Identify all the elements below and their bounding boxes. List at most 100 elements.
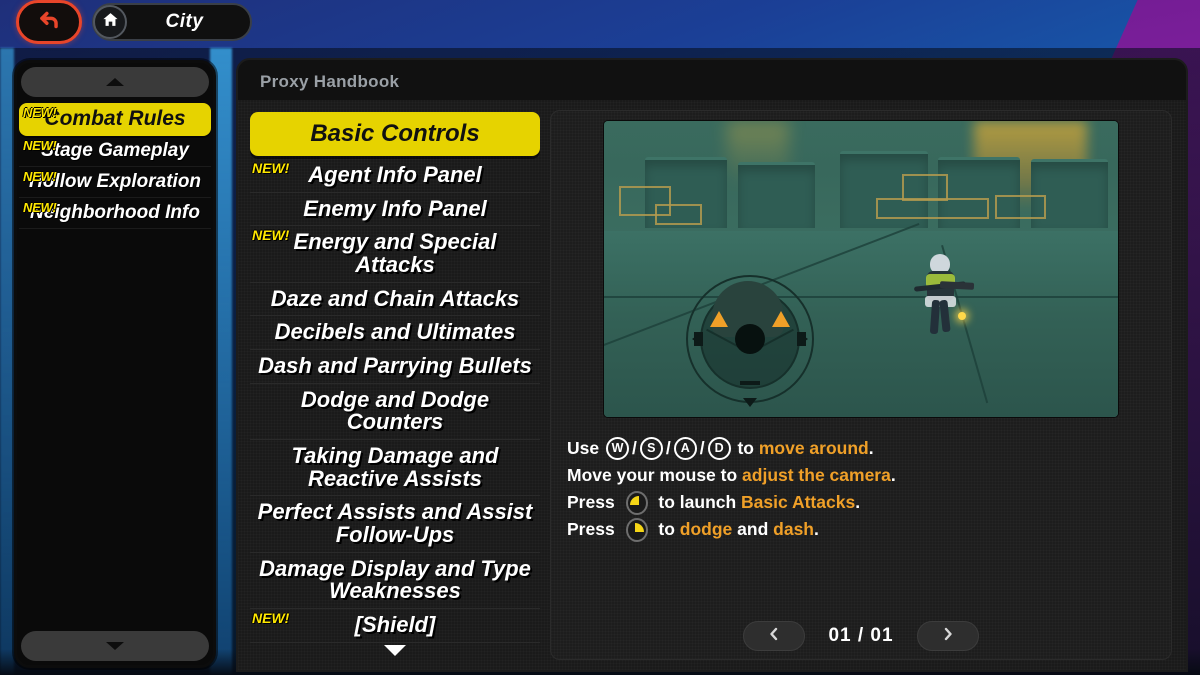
topic-item[interactable]: Daze and Chain Attacks <box>250 283 540 317</box>
scene-truss <box>655 203 702 225</box>
instruction-text: to <box>653 519 680 540</box>
chevron-right-icon <box>941 626 955 647</box>
attack-spark <box>957 312 966 321</box>
next-page-button[interactable] <box>917 621 979 651</box>
instruction-line: Press to launch Basic Attacks. <box>567 489 1161 516</box>
instruction-highlight: Basic Attacks <box>741 492 856 513</box>
topic-item[interactable]: Damage Display and Type Weaknesses <box>250 553 540 609</box>
topic-item[interactable]: Perfect Assists and Assist Follow-Ups <box>250 496 540 553</box>
topic-scroll-down-button[interactable] <box>250 643 540 656</box>
instruction-list: Use W / S / A / D to move around. Move your mou… <box>561 435 1161 649</box>
instruction-line: Move your mouse to adjust the camera. <box>567 462 1161 489</box>
previous-page-button[interactable] <box>743 621 805 651</box>
scene-tank <box>737 162 815 228</box>
topic-item[interactable]: NEW! Agent Info Panel <box>250 159 540 193</box>
player-character <box>913 254 974 340</box>
topic-item[interactable]: Enemy Info Panel <box>250 193 540 227</box>
instruction-text: Press <box>567 492 620 513</box>
topic-item[interactable]: Basic Controls <box>250 112 540 156</box>
right-mouse-button-icon <box>625 517 648 542</box>
panel-body: Basic Controls NEW! Agent Info Panel Enemy … <box>238 100 1186 670</box>
topic-content-column: Use W / S / A / D to move around. Move your mou… <box>550 110 1172 660</box>
topic-item[interactable]: NEW! [Shield] <box>250 609 540 643</box>
instruction-text: . <box>814 519 819 540</box>
new-badge: NEW! <box>252 160 290 176</box>
sidebar-item[interactable]: NEW! Stage Gameplay <box>19 136 211 167</box>
topic-item-label: [Shield] <box>354 611 436 637</box>
location-breadcrumb: City <box>92 3 252 41</box>
topic-list: Basic Controls NEW! Agent Info Panel Enemy … <box>250 112 540 643</box>
sidebar: NEW! Combat Rules NEW! Stage Gameplay NEW! Ho… <box>14 60 216 668</box>
topic-item-label: Dash and Parrying Bullets <box>258 352 532 378</box>
topic-item-label: Taking Damage and Reactive Assists <box>291 442 499 491</box>
scene-floor <box>604 230 1118 417</box>
topic-item-label: Basic Controls <box>310 119 480 147</box>
scene-truss <box>876 197 990 219</box>
sidebar-item-label: Combat Rules <box>44 107 186 130</box>
instruction-highlight: adjust the camera <box>742 465 891 486</box>
scene-truss <box>994 195 1047 219</box>
scene-truss <box>902 174 949 201</box>
topic-item-label: Energy and Special Attacks <box>293 229 497 277</box>
instruction-line: Use W / S / A / D to move around. <box>567 435 1161 462</box>
handbook-panel: Proxy Handbook Basic Controls NEW! Agent I… <box>236 58 1188 672</box>
chevron-up-icon <box>106 78 124 86</box>
instruction-highlight: dash <box>773 519 814 540</box>
sidebar-item-list: NEW! Combat Rules NEW! Stage Gameplay NEW! Ho… <box>17 99 213 629</box>
home-button[interactable] <box>93 5 127 39</box>
instruction-text: to <box>732 438 759 458</box>
instruction-text: and <box>732 519 774 540</box>
topic-item-label: Dodge and Dodge Counters <box>300 386 490 435</box>
instruction-line: Press to dodge and dash. <box>567 516 1161 543</box>
background-light-streak <box>0 48 14 675</box>
chevron-down-icon <box>384 644 406 656</box>
instruction-text: . <box>868 438 874 458</box>
separator: / <box>631 438 637 458</box>
topic-item-label: Decibels and Ultimates <box>274 319 516 345</box>
movement-indicator-overlay <box>686 274 815 407</box>
topic-item[interactable]: Decibels and Ultimates <box>250 316 540 350</box>
chevron-left-icon <box>767 626 781 647</box>
topic-item[interactable]: Dodge and Dodge Counters <box>250 384 540 440</box>
sidebar-scroll-down-button[interactable] <box>21 631 209 661</box>
top-bar: City <box>0 0 1200 48</box>
topic-item-label: Agent Info Panel <box>308 162 482 187</box>
instruction-text: Press <box>567 519 620 540</box>
sidebar-item[interactable]: NEW! Neighborhood Info <box>19 198 211 229</box>
page-counter: 01 / 01 <box>828 625 894 646</box>
topic-item[interactable]: NEW! Energy and Special Attacks <box>250 226 540 283</box>
instruction-text: to launch <box>653 492 742 513</box>
key-d-icon: D <box>707 437 731 461</box>
chevron-down-icon <box>106 642 124 650</box>
key-s-icon: S <box>639 437 663 461</box>
sidebar-item-label: Hollow Exploration <box>28 170 202 192</box>
sidebar-item[interactable]: NEW! Combat Rules <box>19 103 211 137</box>
home-icon <box>102 11 119 33</box>
instruction-text: . <box>855 492 861 513</box>
back-button[interactable] <box>16 0 82 44</box>
instruction-text: Move your mouse to <box>567 465 743 486</box>
separator: / <box>699 438 705 458</box>
back-arrow-icon <box>36 7 62 38</box>
topic-item-label: Enemy Info Panel <box>303 195 487 221</box>
gameplay-preview-image <box>604 121 1118 417</box>
topic-item[interactable]: Taking Damage and Reactive Assists <box>250 440 540 497</box>
topic-item[interactable]: Dash and Parrying Bullets <box>250 350 540 384</box>
sidebar-scroll-up-button[interactable] <box>21 67 209 97</box>
pagination: 01 / 01 <box>551 621 1171 651</box>
topic-list-column: Basic Controls NEW! Agent Info Panel Enemy … <box>238 100 546 670</box>
instruction-text: . <box>890 465 896 486</box>
topic-item-label: Daze and Chain Attacks <box>270 285 520 311</box>
location-label: City <box>165 11 204 32</box>
instruction-highlight: dodge <box>679 519 733 540</box>
sidebar-item-label: Neighborhood Info <box>30 201 200 223</box>
key-w-icon: W <box>605 437 629 461</box>
key-a-icon: A <box>673 437 697 461</box>
sidebar-item-label: Stage Gameplay <box>41 140 189 162</box>
separator: / <box>665 438 671 458</box>
sidebar-item[interactable]: NEW! Hollow Exploration <box>19 167 211 198</box>
topic-item-label: Perfect Assists and Assist Follow-Ups <box>257 499 533 547</box>
scene-floor-line <box>604 295 1118 298</box>
instruction-text: Use <box>567 438 604 458</box>
left-mouse-button-icon <box>625 490 648 515</box>
